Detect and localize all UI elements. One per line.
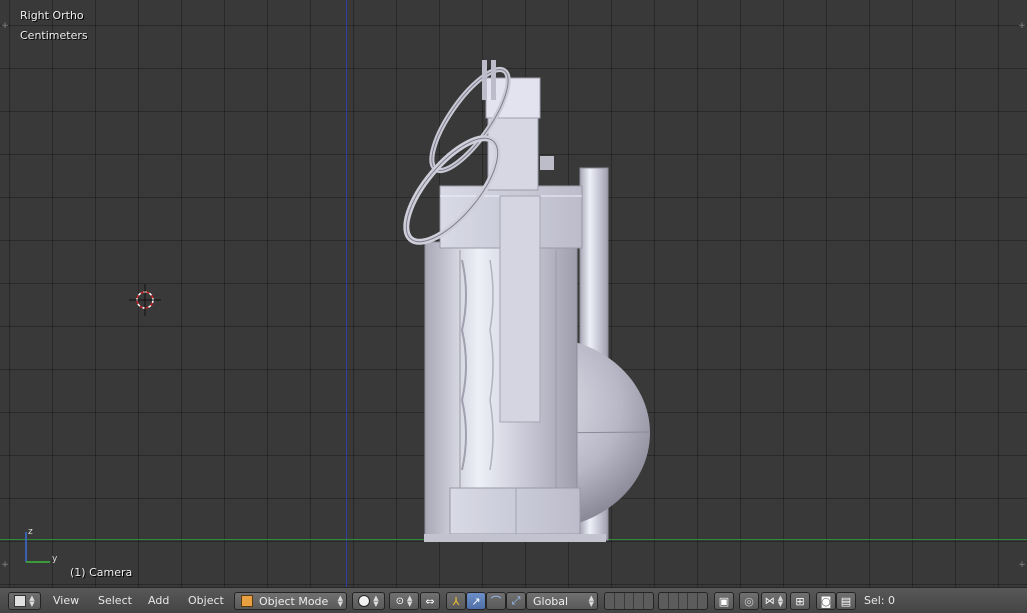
proportional-edit-button[interactable]: ◎ (739, 592, 759, 610)
proportional-edit-icon: ◎ (744, 594, 754, 608)
viewport-header: ▲ ▼ View Select Add Object Object Mode ▲ ▼… (0, 587, 1027, 613)
snap-element-selector[interactable]: ⋈ ▲ ▼ (761, 592, 787, 610)
viewport-shading-selector[interactable]: ▲ ▼ (352, 592, 385, 610)
mode-label: Object Mode (259, 594, 329, 608)
updown-arrows-icon: ▲ ▼ (588, 594, 594, 608)
updown-arrows-icon: ▲ ▼ (407, 594, 413, 608)
manipulator-toggle[interactable]: ⅄ (446, 592, 466, 610)
rotate-manipulator-button[interactable]: ⌒ (486, 592, 506, 610)
render-animation-button[interactable]: ▤ (836, 592, 856, 610)
pivot-point-icon: ⊙ (395, 595, 404, 607)
lock-layers-button[interactable]: ▣ (714, 592, 734, 610)
rotate-arc-icon: ⌒ (490, 595, 502, 608)
manipulate-center-button[interactable]: ⇔ (420, 592, 440, 610)
snap-target-icon: ⊞ (795, 594, 805, 608)
render-still-button[interactable]: ◙ (816, 592, 836, 610)
manipulator-axes-icon: ⅄ (452, 594, 460, 608)
updown-arrows-icon: ▲ ▼ (29, 594, 35, 608)
orientation-label: Global (533, 594, 569, 608)
mode-selector[interactable]: Object Mode ▲ ▼ (234, 592, 347, 610)
updown-arrows-icon: ▲ ▼ (337, 594, 343, 608)
render-still-icon: ◙ (820, 594, 832, 608)
updown-arrows-icon: ▲ ▼ (373, 594, 379, 608)
updown-arrows-icon: ▲ ▼ (777, 594, 784, 608)
object-menu[interactable]: Object (188, 594, 224, 607)
cube-icon (14, 595, 27, 607)
translate-manipulator-button[interactable]: ↗ (466, 592, 486, 610)
select-menu[interactable]: Select (98, 594, 132, 607)
solid-sphere-icon (358, 595, 371, 607)
view-menu[interactable]: View (53, 594, 79, 607)
selection-count-label: Sel: 0 (864, 594, 896, 607)
center-points-icon: ⇔ (425, 594, 435, 608)
translate-arrow-icon: ↗ (471, 594, 481, 608)
render-animation-icon: ▤ (840, 594, 852, 608)
3d-viewport[interactable]: + + + + Right Ortho Centimeters (1) Came… (0, 0, 1027, 587)
scale-icon: ⤢ (511, 594, 521, 607)
layer-buttons-left[interactable] (604, 592, 654, 610)
add-menu[interactable]: Add (148, 594, 169, 607)
object-mode-cube-icon (241, 595, 253, 607)
pivot-point-selector[interactable]: ⊙ ▲ ▼ (389, 592, 419, 610)
grenade-model[interactable] (0, 0, 1027, 587)
layers-icon: ▣ (718, 594, 730, 608)
editor-type-selector[interactable]: ▲ ▼ (8, 592, 41, 610)
scale-manipulator-button[interactable]: ⤢ (506, 592, 526, 610)
transform-orientation-selector[interactable]: Global ▲ ▼ (526, 592, 598, 610)
layer-buttons-right[interactable] (658, 592, 708, 610)
snap-icon: ⋈ (764, 595, 775, 607)
snap-target-button[interactable]: ⊞ (790, 592, 810, 610)
